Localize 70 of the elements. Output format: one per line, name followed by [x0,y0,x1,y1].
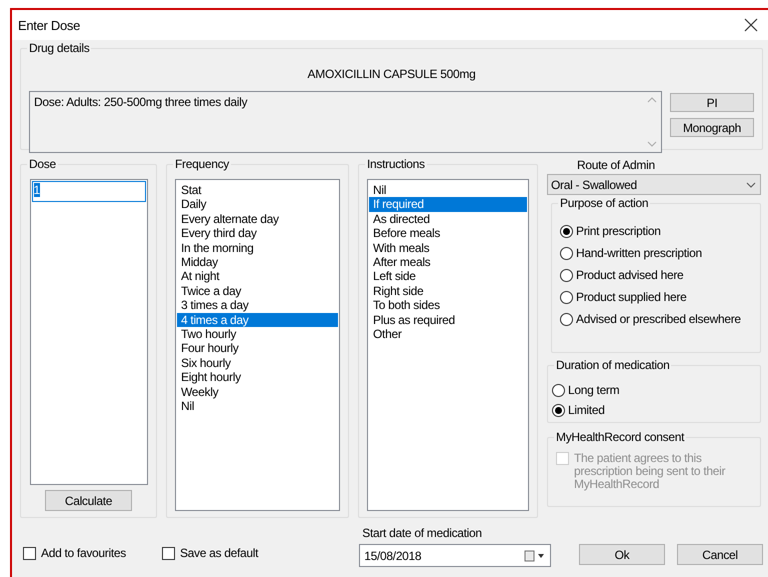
route-dropdown[interactable]: Oral - Swallowed [547,174,761,195]
list-item[interactable]: Daily [177,197,338,212]
list-item[interactable]: Midday [177,255,338,270]
list-item[interactable]: Stat [177,183,338,198]
checkbox[interactable] [23,546,36,560]
radio-label[interactable]: Hand-written prescription [576,246,702,260]
checkbox-label[interactable]: Save as default [180,546,258,560]
drug-name: AMOXICILLIN CAPSULE 500mg [306,67,476,81]
list-item[interactable]: Before meals [369,226,527,241]
list-item[interactable]: Left side [369,269,527,284]
start-date-label: Start date of medication [361,526,482,540]
group-label: Frequency [173,157,231,171]
list-item[interactable]: Two hourly [177,327,338,342]
list-item[interactable]: Twice a day [177,284,338,298]
list-item[interactable]: 3 times a day [177,298,338,313]
list-item[interactable]: Eight hourly [177,370,338,385]
radio-button[interactable] [560,268,573,282]
radio-button[interactable] [560,312,573,326]
group-label: Instructions [365,157,427,171]
radio-button[interactable] [560,224,573,238]
radio-label[interactable]: Print prescription [576,224,661,238]
calculate-button[interactable]: Calculate [45,490,132,511]
radio-button[interactable] [560,290,573,304]
list-item[interactable]: As directed [369,212,527,226]
list-item[interactable]: To both sides [369,298,527,313]
list-item[interactable]: Right side [369,284,527,298]
list-item[interactable]: Four hourly [177,341,338,356]
list-item[interactable]: Nil [177,399,338,414]
window-title: Enter Dose [18,18,80,32]
list-item[interactable]: In the morning [177,240,338,256]
radio-button[interactable] [560,246,573,260]
radio-button[interactable] [552,404,565,416]
list-box[interactable]: Stat Daily Every alternate day Every third day In the morning Midday At night Twice a day 3 times a day 4 times a day Two hourly Four hourly Six hourly Eight hourly Weekly Nil [175,179,340,511]
list-item[interactable]: After meals [369,255,527,270]
chevron-down-icon [746,182,756,188]
checkbox-label[interactable]: Add to favourites [41,546,126,560]
list-item[interactable]: At night [177,269,338,284]
list-item[interactable]: With meals [369,240,527,256]
group-label: Duration of medication [554,358,672,372]
group-label: MyHealthRecord consent [554,430,686,444]
list-item[interactable]: Six hourly [177,356,338,370]
group-label: Dose [27,157,58,171]
checkbox[interactable] [162,546,175,560]
drug-info-button[interactable]: Monograph [670,118,754,137]
radio-label[interactable]: Limited [568,403,605,417]
radio-label[interactable]: Product supplied here [576,290,686,304]
list-item[interactable]: Every alternate day [177,212,338,226]
calendar-dropdown-icon[interactable] [524,550,546,562]
radio-button[interactable] [552,384,565,396]
list-item[interactable]: Other [369,327,527,342]
close-icon[interactable] [744,18,758,32]
list-item[interactable]: Weekly [177,384,338,400]
dose-field[interactable]: 1 [30,179,148,485]
dialog-button[interactable]: Ok [579,544,665,565]
drug-info-button[interactable]: PI [670,93,754,112]
dialog-button[interactable]: Cancel [677,544,763,565]
list-item[interactable]: Nil [369,183,527,198]
list-item[interactable]: Every third day [177,226,338,241]
radio-label[interactable]: Advised or prescribed elsewhere [576,312,741,326]
list-item[interactable]: If required [369,197,527,212]
radio-label[interactable]: Long term [568,383,620,397]
radio-label[interactable]: Product advised here [576,268,684,282]
list-item[interactable]: Plus as required [369,312,527,328]
route-label: Route of Admin [576,158,656,172]
group-label: Drug details [27,41,92,55]
group-label: Purpose of action [558,196,650,210]
list-item[interactable]: 4 times a day [177,312,338,328]
start-date-field[interactable]: 15/08/2018 [359,544,551,567]
list-box[interactable]: Nil If required As directed Before meals With meals After meals Left side Right side To both sides Plus as required Other [367,179,529,511]
dose-text: Dose: Adults: 250-500mg three times daily [34,95,248,109]
